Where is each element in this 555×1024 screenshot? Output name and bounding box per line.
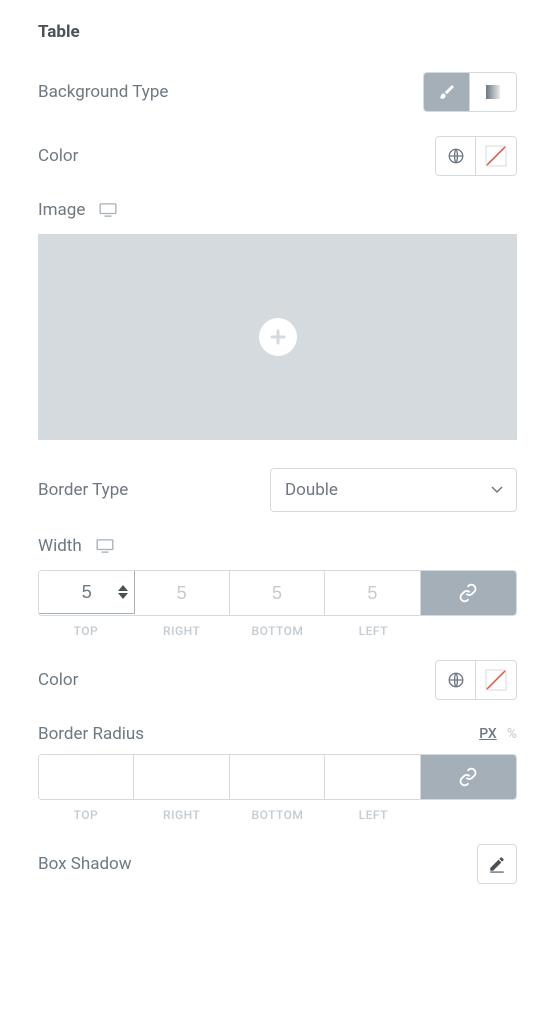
width-sublabels: TOP RIGHT BOTTOM LEFT [38, 624, 517, 638]
box-shadow-edit-button[interactable] [477, 844, 517, 884]
width-label: Width [38, 536, 82, 556]
pencil-icon [488, 855, 506, 873]
width-right-sublabel: RIGHT [134, 624, 230, 638]
box-shadow-label: Box Shadow [38, 854, 132, 874]
width-inputs [38, 570, 517, 616]
radius-top-sublabel: TOP [38, 808, 134, 822]
radius-right-input[interactable] [134, 755, 228, 799]
border-radius-label: Border Radius [38, 724, 144, 744]
background-classic-button[interactable] [424, 73, 470, 111]
width-stepper[interactable] [118, 585, 128, 599]
width-top-cell [39, 571, 134, 615]
caret-up-icon [118, 585, 128, 591]
box-shadow-row: Box Shadow [38, 844, 517, 884]
global-color-button[interactable] [436, 661, 476, 699]
width-top-sublabel: TOP [38, 624, 134, 638]
add-image-button[interactable] [259, 318, 297, 356]
desktop-icon[interactable] [99, 203, 117, 217]
radius-sublabels: TOP RIGHT BOTTOM LEFT [38, 808, 517, 822]
border-color-row: Color [38, 660, 517, 700]
image-label-row: Image [38, 200, 517, 220]
link-icon [458, 583, 478, 603]
radius-bottom-cell [230, 755, 325, 799]
image-label: Image [38, 200, 85, 220]
border-type-select[interactable]: Double [270, 468, 517, 512]
border-color-label: Color [38, 670, 78, 690]
color-picker-button[interactable] [476, 661, 516, 699]
section-title: Table [38, 22, 517, 42]
width-left-cell [325, 571, 420, 615]
link-icon [458, 767, 478, 787]
radius-top-cell [39, 755, 134, 799]
width-left-input[interactable] [325, 571, 419, 615]
width-right-input[interactable] [134, 571, 228, 615]
border-type-row: Border Type Double [38, 468, 517, 512]
radius-top-input[interactable] [39, 755, 133, 799]
caret-down-icon [118, 593, 128, 599]
globe-icon [447, 671, 465, 689]
width-link-button[interactable] [421, 571, 516, 615]
gradient-icon [484, 83, 502, 101]
width-bottom-input[interactable] [230, 571, 324, 615]
border-radius-row: Border Radius PX % [38, 724, 517, 744]
no-color-icon [484, 668, 508, 692]
background-type-toggle [423, 72, 517, 112]
no-color-icon [484, 144, 508, 168]
radius-right-sublabel: RIGHT [134, 808, 230, 822]
radius-group: TOP RIGHT BOTTOM LEFT [38, 754, 517, 822]
width-bottom-cell [230, 571, 325, 615]
radius-link-button[interactable] [421, 755, 516, 799]
radius-left-input[interactable] [325, 755, 419, 799]
unit-percent[interactable]: % [507, 726, 517, 742]
border-type-label: Border Type [38, 480, 128, 500]
width-left-sublabel: LEFT [325, 624, 421, 638]
globe-icon [447, 147, 465, 165]
radius-left-sublabel: LEFT [325, 808, 421, 822]
width-label-row: Width [38, 536, 517, 556]
image-upload-area[interactable] [38, 234, 517, 440]
background-type-label: Background Type [38, 82, 168, 102]
brush-icon [438, 83, 456, 101]
radius-left-cell [325, 755, 420, 799]
background-color-controls [435, 136, 517, 176]
radius-bottom-sublabel: BOTTOM [230, 808, 326, 822]
width-bottom-sublabel: BOTTOM [230, 624, 326, 638]
background-color-row: Color [38, 136, 517, 176]
background-gradient-button[interactable] [470, 73, 516, 111]
background-type-row: Background Type [38, 72, 517, 112]
radius-right-cell [134, 755, 229, 799]
radius-bottom-input[interactable] [230, 755, 324, 799]
width-group: Width [38, 536, 517, 638]
plus-icon [269, 328, 287, 346]
background-color-label: Color [38, 146, 78, 166]
border-color-controls [435, 660, 517, 700]
width-right-cell [134, 571, 229, 615]
desktop-icon[interactable] [96, 539, 114, 553]
radius-inputs [38, 754, 517, 800]
unit-px[interactable]: PX [479, 726, 497, 742]
radius-units: PX % [479, 726, 517, 742]
color-picker-button[interactable] [476, 137, 516, 175]
global-color-button[interactable] [436, 137, 476, 175]
border-type-select-wrap: Double [270, 468, 517, 512]
